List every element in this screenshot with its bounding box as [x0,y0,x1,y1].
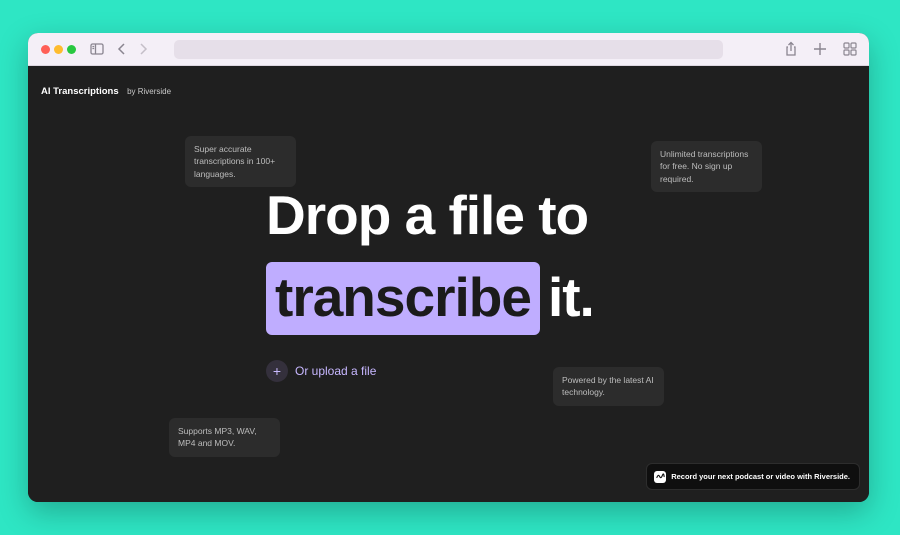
brand-title: AI Transcriptions [41,86,119,97]
close-window-button[interactable] [41,45,50,54]
browser-window: AI Transcriptions by Riverside Super acc… [28,33,869,502]
brand-by: by Riverside [127,87,172,96]
address-bar[interactable] [174,40,723,59]
promo-text: Record your next podcast or video with R… [671,472,850,481]
brand[interactable]: AI Transcriptions by Riverside [41,81,171,99]
upload-file-label: Or upload a file [295,364,377,378]
tab-overview-icon[interactable] [842,41,858,57]
zoom-window-button[interactable] [67,45,76,54]
riverside-wave-icon [654,470,667,483]
feature-tip-accuracy: Super accurate transcriptions in 100+ la… [185,136,296,187]
feature-tip-unlimited: Unlimited transcriptions for free. No si… [651,141,762,192]
new-tab-icon[interactable] [812,41,828,57]
share-icon[interactable] [783,41,799,57]
plus-icon: + [266,360,288,382]
headline-line-2: transcribe it. [266,262,595,335]
minimize-window-button[interactable] [54,45,63,54]
headline-highlight: transcribe [266,262,540,335]
forward-icon[interactable] [135,41,151,57]
feature-tip-formats: Supports MP3, WAV, MP4 and MOV. [169,418,280,457]
headline-after: it. [547,266,595,328]
riverside-promo-link[interactable]: Record your next podcast or video with R… [646,463,860,490]
sidebar-icon[interactable] [89,41,105,57]
headline-line-1: Drop a file to [266,184,589,246]
browser-toolbar [28,33,869,66]
back-icon[interactable] [114,41,130,57]
feature-tip-ai: Powered by the latest AI technology. [553,367,664,406]
upload-file-button[interactable]: + Or upload a file [266,360,376,382]
